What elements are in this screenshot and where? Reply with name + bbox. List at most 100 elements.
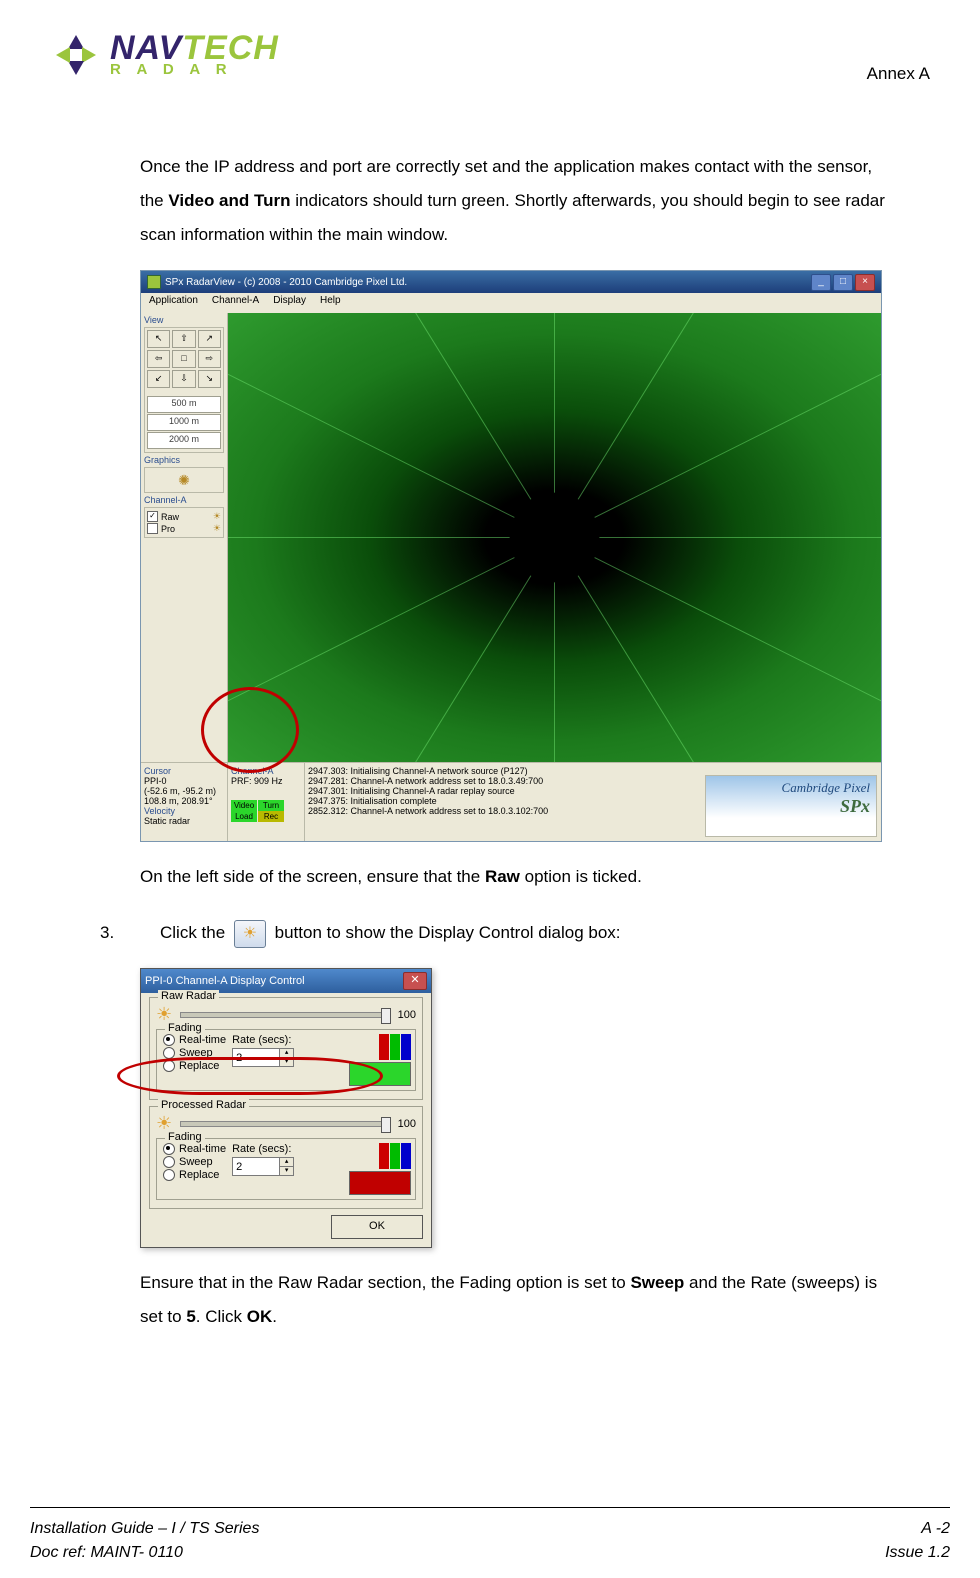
p2-bold: Raw [485,867,520,886]
cursor-rng: 108.8 m, 208.91° [144,796,224,806]
proc-rate-down[interactable]: ▾ [279,1167,293,1175]
cursor-pos: (-52.6 m, -95.2 m) [144,786,224,796]
raw-checkbox[interactable]: ✓ [147,511,158,522]
p3-b1: Sweep [630,1273,684,1292]
nav-btn-left[interactable]: ⇦ [147,350,170,368]
footer-left-1: Installation Guide – I / TS Series [30,1520,259,1538]
display-control-button-icon[interactable]: ☀ [234,920,266,948]
range-500m[interactable]: 500 m [147,396,221,413]
raw-rate-input[interactable]: 2 ▴▾ [232,1048,294,1067]
raw-colorbars[interactable] [379,1034,411,1060]
menu-channel-a[interactable]: Channel-A [212,295,259,313]
p3-e: . [272,1307,277,1326]
processed-radar-fieldset: Processed Radar ☀ 100 Fading Real-time S… [149,1106,423,1209]
proc-colorbars[interactable] [379,1143,411,1169]
close-button[interactable]: × [855,274,875,291]
ok-button[interactable]: OK [331,1215,423,1239]
page-header: NAVTECH R A D A R Annex A [50,20,930,90]
navtech-logo-icon [50,30,102,80]
menu-application[interactable]: Application [149,295,198,313]
proc-fading-legend: Fading [165,1131,205,1143]
p3-b2: 5 [186,1307,195,1326]
indicator-turn: Turn [258,800,284,811]
display-control-dialog-screenshot: PPI-0 Channel-A Display Control ✕ Raw Ra… [140,968,432,1248]
proc-rate-up[interactable]: ▴ [279,1158,293,1167]
footer-rule [30,1507,950,1508]
p1-bold: Video and Turn [168,191,290,210]
raw-brightness-value: 100 [398,1009,416,1021]
bp-channel-label: Channel-A [231,766,301,776]
graphics-label: Graphics [144,455,224,465]
radar-display[interactable] [228,313,881,762]
app-icon [147,275,161,289]
proc-brightness-slider[interactable] [180,1121,390,1127]
processed-radar-legend: Processed Radar [158,1099,249,1111]
radarview-titlebar: SPx RadarView - (c) 2008 - 2010 Cambridg… [141,271,881,293]
raw-fading-group: Fading Real-time Sweep Replace Rate (sec… [156,1029,416,1091]
maximize-button[interactable]: □ [833,274,853,291]
proc-rate-value: 2 [233,1161,279,1173]
raw-radio-realtime[interactable] [163,1034,175,1046]
indicator-video: Video [231,800,257,811]
paragraph-1: Once the IP address and port are correct… [50,150,930,252]
raw-rate-label: Rate (secs): [232,1034,294,1046]
logo-sub: R A D A R [110,61,233,78]
dialog-close-button[interactable]: ✕ [403,972,427,990]
paragraph-2: On the left side of the screen, ensure t… [50,860,930,894]
raw-rate-value: 2 [233,1052,279,1064]
nav-btn-downright[interactable]: ↘ [198,370,221,388]
proc-radio-realtime[interactable] [163,1143,175,1155]
radarview-screenshot: SPx RadarView - (c) 2008 - 2010 Cambridg… [140,270,882,842]
nav-btn-up[interactable]: ⇧ [172,330,195,348]
raw-rate-down[interactable]: ▾ [279,1058,293,1066]
nav-btn-downleft[interactable]: ↙ [147,370,170,388]
paragraph-3: Ensure that in the Raw Radar section, th… [50,1266,930,1334]
view-group: ↖ ⇧ ↗ ⇦ □ ⇨ ↙ ⇩ ↘ 500 m [144,327,224,453]
footer-right-2: Issue 1.2 [885,1544,950,1562]
radarview-side-panel: View ↖ ⇧ ↗ ⇦ □ ⇨ ↙ ⇩ ↘ [141,313,228,762]
p3-a: Ensure that in the Raw Radar section, th… [140,1273,630,1292]
logo-text: NAVTECH R A D A R [110,33,279,78]
raw-fading-legend: Fading [165,1022,205,1034]
menu-display[interactable]: Display [273,295,306,313]
step-3-number: 3. [100,916,120,950]
proc-rate-input[interactable]: 2 ▴▾ [232,1157,294,1176]
radarview-bottom-panel: Cursor PPI-0 (-52.6 m, -95.2 m) 108.8 m,… [141,762,881,841]
dialog-title: PPI-0 Channel-A Display Control [145,975,305,987]
raw-label: Raw [161,512,179,522]
minimize-button[interactable]: _ [811,274,831,291]
velocity-label: Velocity [144,806,224,816]
nav-btn-center[interactable]: □ [172,350,195,368]
proc-brightness-value: 100 [398,1118,416,1130]
nav-btn-upright[interactable]: ↗ [198,330,221,348]
pro-checkbox[interactable] [147,523,158,534]
proc-radio-replace[interactable] [163,1169,175,1181]
range-2000m[interactable]: 2000 m [147,432,221,449]
nav-btn-right[interactable]: ⇨ [198,350,221,368]
raw-radar-legend: Raw Radar [158,990,219,1002]
cursor-ppi: PPI-0 [144,776,224,786]
raw-sun-icon[interactable]: ☀ [213,511,221,522]
proc-fading-group: Fading Real-time Sweep Replace Rate (sec… [156,1138,416,1200]
raw-rate-up[interactable]: ▴ [279,1049,293,1058]
pro-sun-icon[interactable]: ☀ [213,523,221,534]
proc-preview [349,1171,411,1195]
annex-label: Annex A [867,64,930,90]
raw-radio-replace[interactable] [163,1060,175,1072]
channel-a-group: ✓ Raw ☀ Pro ☀ [144,507,224,538]
proc-radio-sweep[interactable] [163,1156,175,1168]
range-1000m[interactable]: 1000 m [147,414,221,431]
channel-a-label: Channel-A [144,495,224,505]
menu-help[interactable]: Help [320,295,341,313]
navtech-logo: NAVTECH R A D A R [50,30,279,80]
proc-opt-replace: Replace [179,1169,219,1181]
nav-btn-upleft[interactable]: ↖ [147,330,170,348]
p2-a: On the left side of the screen, ensure t… [140,867,485,886]
document-page: NAVTECH R A D A R Annex A Once the IP ad… [0,0,980,1578]
raw-radio-sweep[interactable] [163,1047,175,1059]
graphics-gear-icon[interactable]: ✺ [178,472,190,489]
raw-opt-rt: Real-time [179,1034,226,1046]
raw-brightness-slider[interactable] [180,1012,390,1018]
nav-btn-down[interactable]: ⇩ [172,370,195,388]
step-3-text: Click the ☀ button to show the Display C… [160,916,621,950]
